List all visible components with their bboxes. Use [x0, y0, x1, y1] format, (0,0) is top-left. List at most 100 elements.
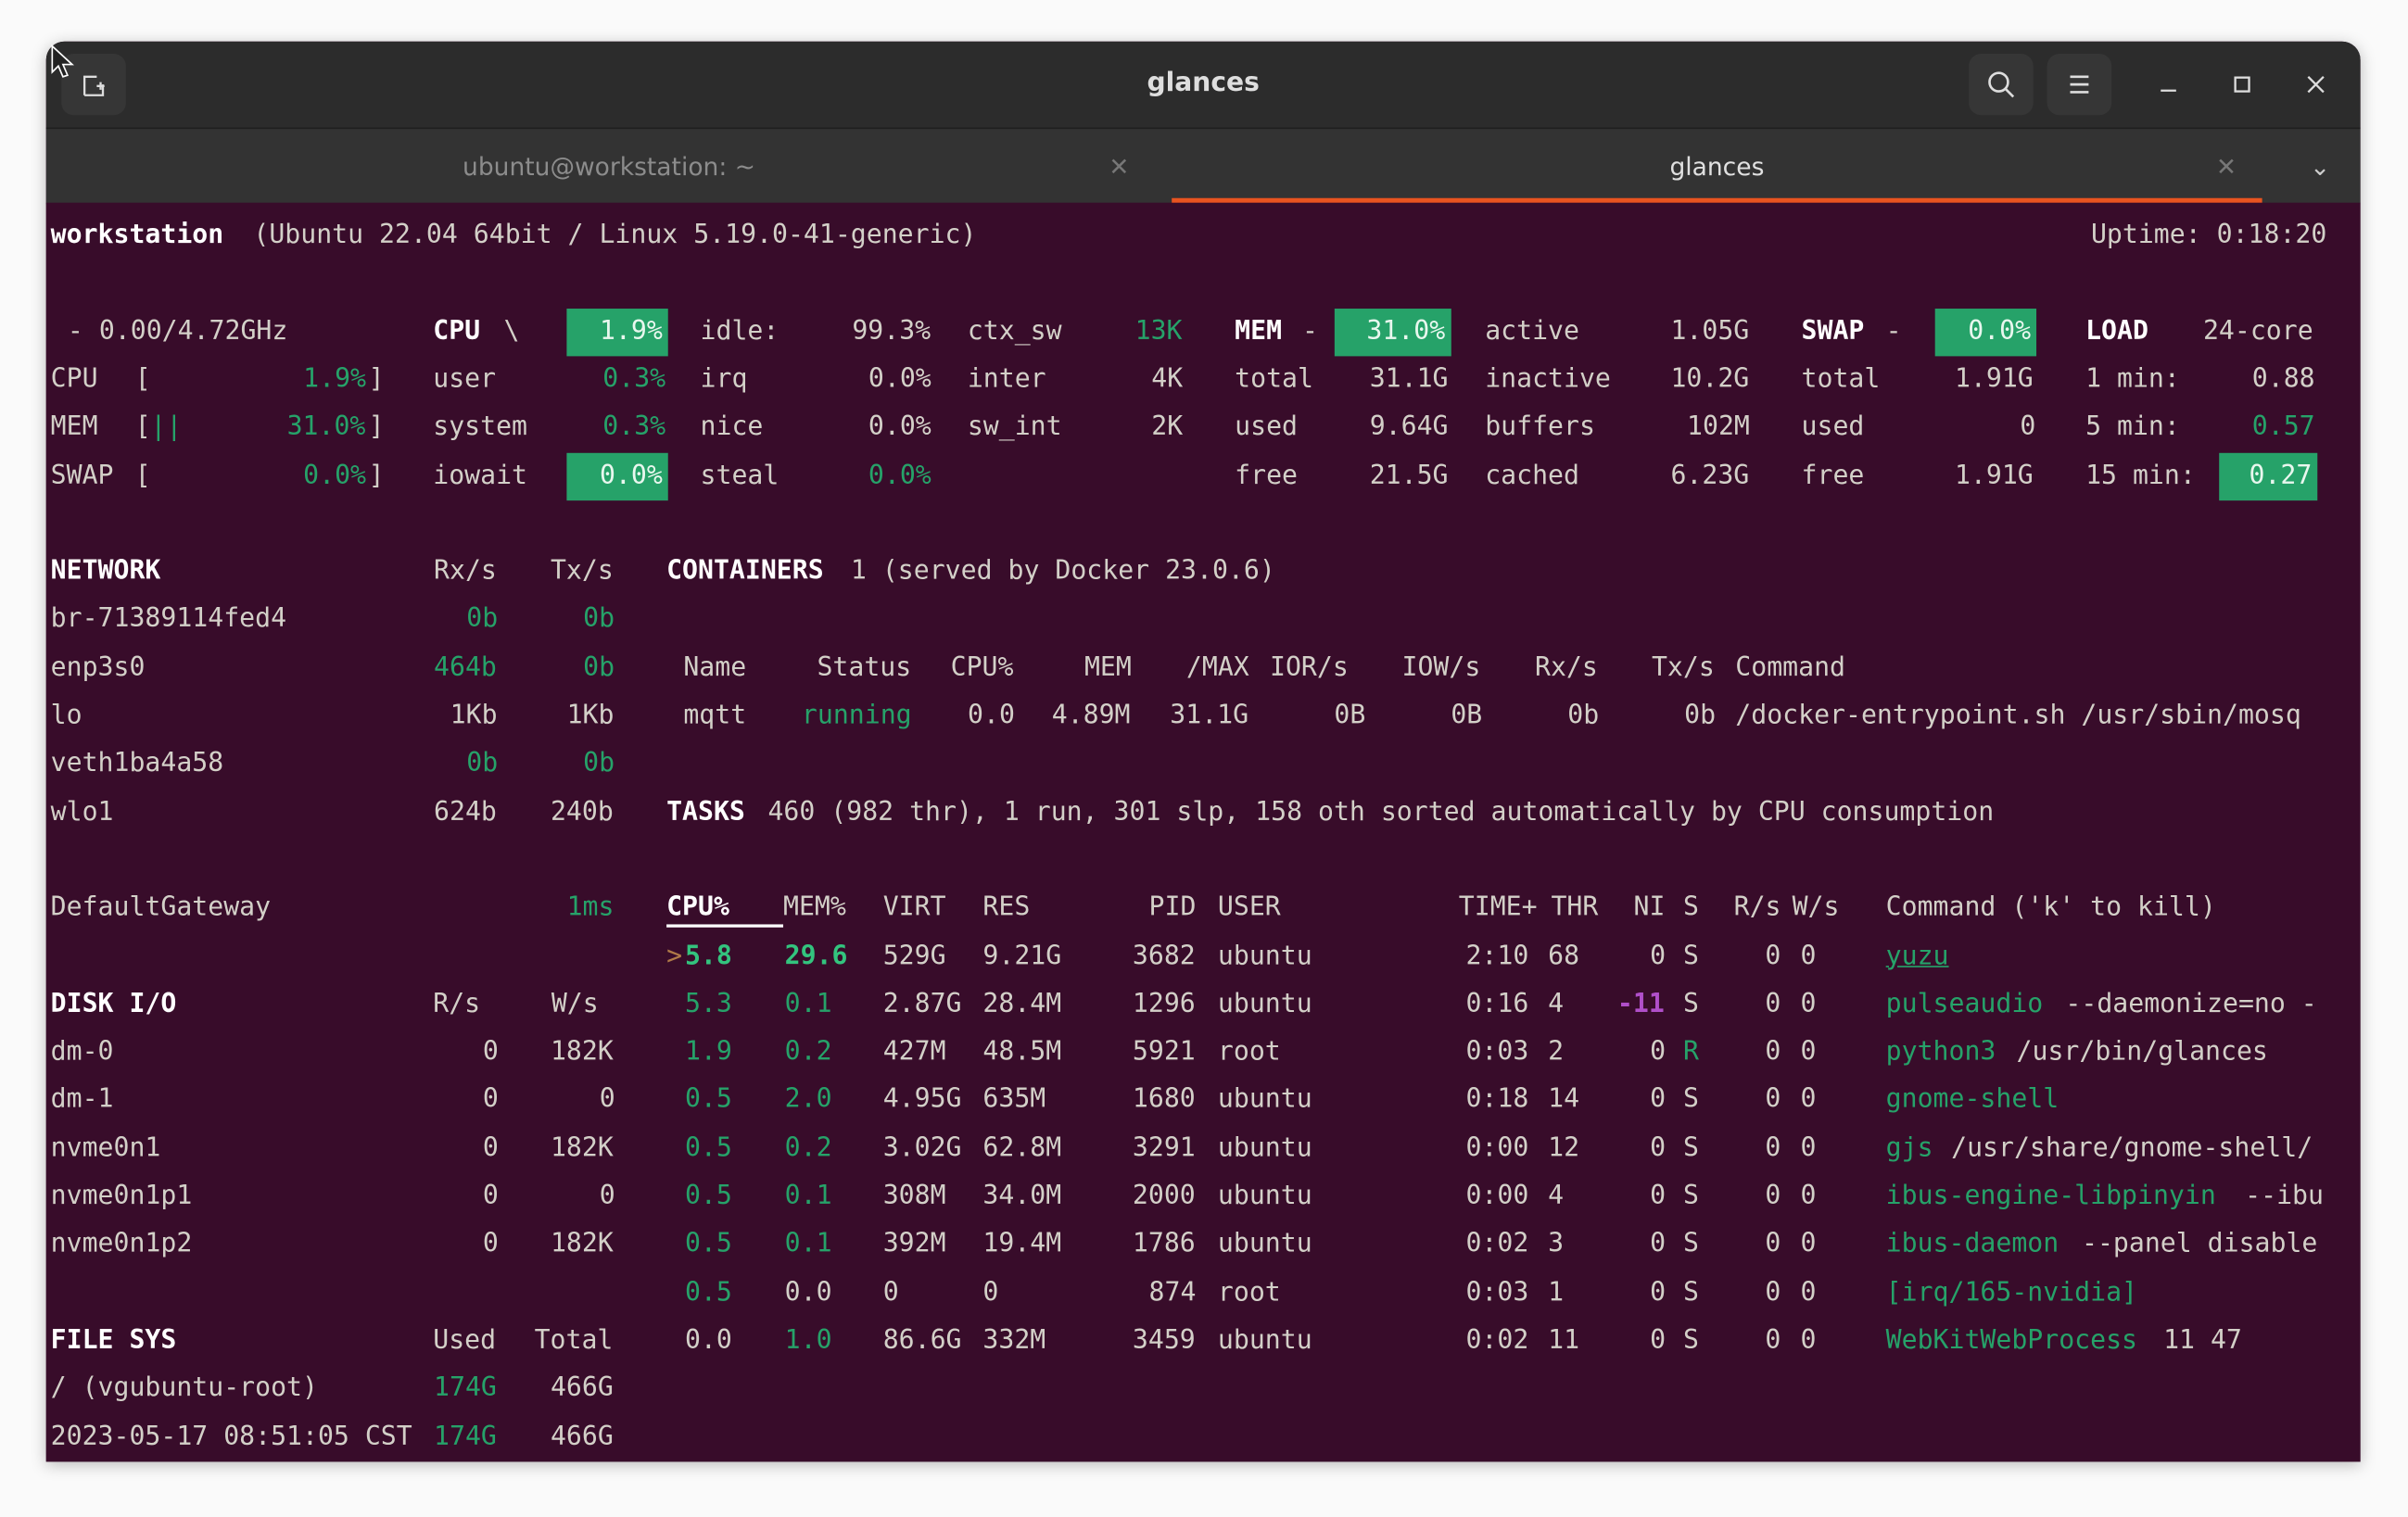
selected-process-marker: >	[666, 940, 683, 971]
network-rx: 464b	[434, 651, 497, 683]
terminal-window: glances ubuntu@workstation: ~ ✕ glances …	[45, 41, 2361, 1462]
process-threads: 11	[1548, 1324, 1580, 1356]
disk-write: 0	[599, 1181, 615, 1212]
network-interface-name: wlo1	[50, 796, 114, 828]
cpu-stat-label: inter	[967, 363, 1046, 395]
process-cpu: 5.3	[684, 988, 732, 1019]
disk-name: dm-0	[50, 1036, 114, 1068]
swap-dash: -	[1885, 315, 1902, 347]
cpu-stat-value: 99.3%	[852, 315, 932, 347]
process-read-rate: 0	[1765, 1181, 1781, 1212]
process-column-header: Command ('k' to kill)	[1885, 891, 2216, 924]
container-column-header: CPU%	[950, 651, 1014, 683]
process-command: ibus-daemon	[1885, 1229, 2059, 1260]
container-column-header: MEM	[1084, 651, 1132, 683]
disk-read: 0	[482, 1181, 499, 1212]
process-column-header: W/s	[1792, 891, 1840, 924]
container-column-header: IOW/s	[1401, 651, 1481, 683]
process-read-rate: 0	[1765, 1276, 1781, 1308]
filesys-total: 466G	[550, 1372, 614, 1404]
terminal-content[interactable]: workstation (Ubuntu 22.04 64bit / Linux 5…	[45, 202, 2361, 1462]
process-column-header: RES	[982, 891, 1031, 924]
cpu-stat-label: system	[433, 411, 528, 443]
cpu-iowait: 0.0%	[599, 460, 663, 491]
load-15min: 0.27	[2249, 460, 2313, 491]
cpu-stat-value: 4K	[1151, 363, 1184, 395]
filesys-mount: / (vgubuntu-root)	[50, 1372, 318, 1404]
process-time: 0:00	[1465, 1132, 1529, 1164]
process-mem: 0.0	[784, 1276, 832, 1308]
process-user: ubuntu	[1217, 1181, 1312, 1212]
process-virt: 427M	[882, 1036, 946, 1068]
container-cell: 0B	[1451, 700, 1483, 731]
process-write-rate: 0	[1800, 1132, 1817, 1164]
gateway-name: DefaultGateway	[50, 891, 272, 924]
process-write-rate: 0	[1800, 1229, 1817, 1260]
swap-stat-value: 1.91G	[1954, 363, 2034, 395]
process-threads: 68	[1548, 940, 1580, 971]
process-status: S	[1682, 1181, 1699, 1212]
process-command: python3	[1885, 1036, 1996, 1068]
quicklook-label: MEM	[50, 411, 98, 443]
network-tx: 240b	[550, 796, 614, 828]
process-nice: -11	[1616, 988, 1665, 1019]
container-column-header: IOR/s	[1269, 651, 1349, 683]
process-status: S	[1682, 1084, 1699, 1116]
process-mem: 29.6	[784, 940, 848, 971]
container-cell: 0b	[1684, 700, 1717, 731]
filesys-used: 174G	[434, 1421, 497, 1452]
network-interface-name: veth1ba4a58	[50, 748, 224, 779]
process-read-rate: 0	[1765, 1036, 1781, 1068]
container-cell: 31.1G	[1170, 700, 1249, 731]
process-pid: 1786	[1132, 1229, 1196, 1260]
process-res: 635M	[982, 1084, 1046, 1116]
container-column-header: Rx/s	[1535, 651, 1598, 683]
mem-stat-value: 10.2G	[1670, 363, 1750, 395]
mem-dash: -	[1302, 315, 1319, 347]
load-label: 15 min:	[2085, 460, 2196, 491]
cpu-stat-label: irq	[700, 363, 748, 395]
process-res: 28.4M	[982, 988, 1062, 1019]
process-column-header: THR	[1551, 891, 1599, 924]
process-args: /usr/bin/glances	[2016, 1036, 2268, 1068]
process-time: 0:03	[1465, 1276, 1529, 1308]
bar-bracket: [	[134, 363, 151, 395]
cpu-spinner: \	[503, 315, 520, 347]
process-args: /usr/share/gnome-shell/	[1951, 1132, 2313, 1164]
process-user: ubuntu	[1217, 1084, 1312, 1116]
quicklook-bar: ||	[150, 411, 183, 443]
mem-stat-value: 6.23G	[1670, 460, 1750, 491]
uptime: Uptime: 0:18:20	[2090, 219, 2327, 251]
process-mem: 0.2	[784, 1036, 832, 1068]
process-column-header: USER	[1217, 891, 1281, 924]
process-column-header: R/s	[1733, 891, 1781, 924]
bar-bracket: ]	[368, 363, 385, 395]
disk-title: DISK I/O	[50, 988, 177, 1019]
mem-stat-label: total	[1235, 363, 1313, 395]
process-time: 0:02	[1465, 1324, 1529, 1356]
swap-stat-value: 0	[2020, 411, 2036, 443]
bar-bracket: [	[134, 460, 151, 491]
process-time: 0:03	[1465, 1036, 1529, 1068]
process-mem: 0.2	[784, 1132, 832, 1164]
swap-stat-label: total	[1801, 363, 1881, 395]
network-tx: 0b	[583, 748, 615, 779]
process-column-header: S	[1682, 891, 1699, 924]
process-threads: 12	[1548, 1132, 1580, 1164]
cpu-stat-label: user	[433, 363, 497, 395]
process-status: R	[1682, 1036, 1699, 1068]
mem-stat-value: 21.5G	[1369, 460, 1449, 491]
filesys-total: 466G	[550, 1421, 614, 1452]
disk-name: nvme0n1	[50, 1132, 161, 1164]
process-threads: 1	[1548, 1276, 1565, 1308]
process-res: 48.5M	[982, 1036, 1062, 1068]
container-cell: running	[801, 700, 912, 731]
process-read-rate: 0	[1765, 1084, 1781, 1116]
cpu-stat-label: idle:	[700, 315, 779, 347]
datetime: 2023-05-17 08:51:05 CST	[50, 1421, 412, 1452]
process-command: gnome-shell	[1885, 1084, 2059, 1116]
process-pid: 1296	[1132, 988, 1196, 1019]
process-pid: 1680	[1132, 1084, 1196, 1116]
process-command: WebKitWebProcess	[1885, 1324, 2138, 1356]
cpu-stat-label: sw_int	[967, 411, 1062, 443]
